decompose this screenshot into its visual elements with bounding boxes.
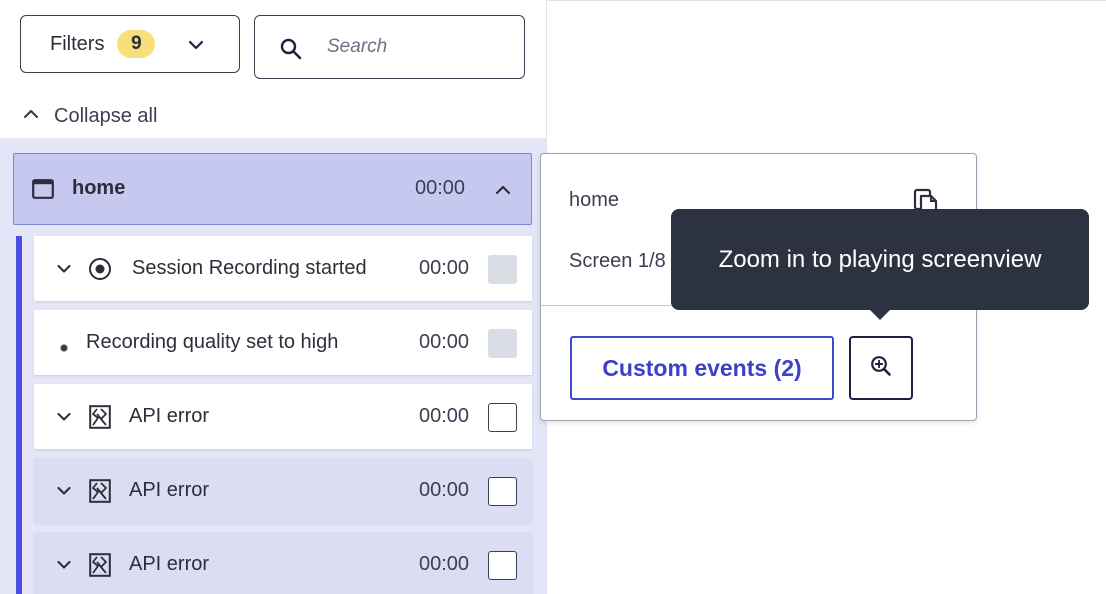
- tooltip-text: Zoom in to playing screenview: [718, 245, 1042, 273]
- api-error-icon: [89, 553, 111, 582]
- custom-events-button[interactable]: Custom events (2): [570, 336, 834, 400]
- event-label: API error: [129, 405, 210, 427]
- zoom-in-button[interactable]: [849, 336, 913, 400]
- event-row[interactable]: API error 00:00: [34, 384, 532, 449]
- event-row[interactable]: Session Recording started 00:00: [34, 236, 532, 301]
- event-sidebar: Filters 9 Collapse all home 00:00: [0, 0, 547, 594]
- bullet-icon: [60, 339, 68, 357]
- search-icon: [279, 37, 303, 66]
- event-time: 00:00: [419, 257, 470, 279]
- event-checkbox: [488, 255, 517, 284]
- top-divider: [547, 0, 1106, 1]
- chevron-up-icon[interactable]: [494, 181, 512, 204]
- screen-count: Screen 1/8: [569, 250, 666, 272]
- tooltip-arrow: [869, 309, 891, 320]
- card-title: home: [569, 189, 620, 211]
- screen-name: home: [72, 177, 126, 199]
- zoom-in-icon: [869, 354, 893, 383]
- event-checkbox[interactable]: [488, 477, 517, 506]
- api-error-icon: [89, 405, 111, 434]
- screen-group-indicator: [16, 236, 22, 594]
- event-time: 00:00: [419, 405, 470, 427]
- window-icon: [32, 179, 54, 204]
- search-box[interactable]: [254, 15, 525, 79]
- api-error-icon: [89, 479, 111, 508]
- event-time: 00:00: [419, 553, 470, 575]
- event-label: Session Recording started: [132, 257, 367, 279]
- event-time: 00:00: [419, 331, 470, 353]
- zoom-tooltip: Zoom in to playing screenview: [671, 209, 1089, 320]
- event-row[interactable]: API error 00:00: [34, 458, 532, 523]
- filters-count-badge: 9: [117, 30, 156, 58]
- event-label: Recording quality set to high: [86, 331, 339, 353]
- chevron-down-icon[interactable]: [56, 557, 72, 578]
- event-checkbox[interactable]: [488, 551, 517, 580]
- event-label: API error: [129, 553, 210, 575]
- chevron-down-icon[interactable]: [56, 261, 72, 282]
- screen-time: 00:00: [415, 177, 466, 199]
- event-time: 00:00: [419, 479, 470, 501]
- chevron-down-icon[interactable]: [56, 409, 72, 430]
- filters-button[interactable]: Filters 9: [20, 15, 240, 73]
- search-input[interactable]: [327, 34, 507, 60]
- event-checkbox[interactable]: [488, 403, 517, 432]
- event-label: API error: [129, 479, 210, 501]
- chevron-down-icon[interactable]: [56, 483, 72, 504]
- record-icon: [88, 257, 112, 286]
- chevron-down-icon: [187, 36, 205, 59]
- screen-group-header[interactable]: home 00:00: [13, 153, 532, 225]
- collapse-all-button[interactable]: Collapse all: [22, 102, 157, 130]
- chevron-up-icon: [22, 105, 40, 128]
- filters-label: Filters: [50, 32, 105, 55]
- event-checkbox: [488, 329, 517, 358]
- collapse-all-label: Collapse all: [54, 104, 158, 127]
- event-row[interactable]: API error 00:00: [34, 532, 532, 594]
- event-row[interactable]: Recording quality set to high 00:00: [34, 310, 532, 375]
